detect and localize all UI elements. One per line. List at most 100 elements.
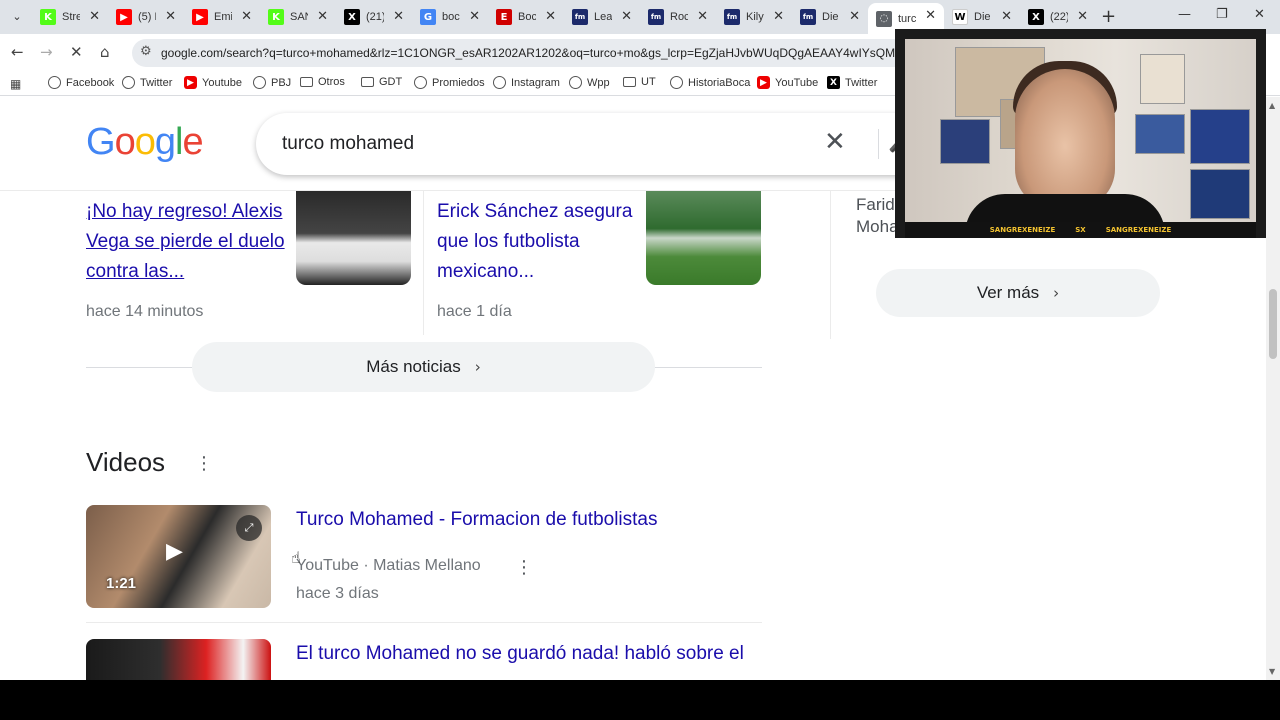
restore-icon[interactable]: ❐ — [1216, 7, 1228, 22]
tab[interactable]: fm Kily ✕ — [716, 4, 792, 30]
bookmark-item[interactable]: Promiedos — [414, 76, 485, 89]
tab[interactable]: K SAN ✕ — [260, 4, 336, 30]
more-options-icon[interactable]: ⋮ — [195, 455, 213, 473]
tab[interactable]: fm Lea ✕ — [564, 4, 640, 30]
side-panel-text: Moha — [856, 217, 899, 236]
close-tab-icon[interactable]: ✕ — [1077, 9, 1088, 24]
bookmark-item[interactable]: Twitter — [122, 76, 172, 89]
google-logo[interactable]: Google — [86, 121, 204, 164]
tab[interactable]: X (21) ✕ — [336, 4, 412, 30]
video-thumbnail[interactable] — [86, 639, 271, 680]
tab-title: Stre — [62, 11, 80, 23]
forward-icon[interactable]: → — [40, 43, 53, 61]
tab[interactable]: fm Die ✕ — [792, 4, 868, 30]
close-tab-icon[interactable]: ✕ — [773, 9, 784, 24]
close-tab-icon[interactable]: ✕ — [925, 8, 936, 23]
close-tab-icon[interactable]: ✕ — [317, 9, 328, 24]
tab[interactable]: Gboc ✕ — [412, 4, 488, 30]
news-divider — [423, 191, 424, 335]
url-text: google.com/search?q=turco+mohamed&rlz=1C… — [161, 46, 901, 60]
close-tab-icon[interactable]: ✕ — [697, 9, 708, 24]
tab[interactable]: ▶ (5) F ✕ — [108, 4, 184, 30]
bookmark-item[interactable]: Wpp — [569, 76, 610, 89]
close-tab-icon[interactable]: ✕ — [469, 9, 480, 24]
page-scrollbar[interactable]: ▲ ▼ — [1266, 97, 1280, 680]
search-query[interactable]: turco mohamed — [282, 133, 414, 155]
tab[interactable]: E Boc ✕ — [488, 4, 564, 30]
video-duration: 1:21 — [106, 575, 137, 592]
bookmark-item[interactable]: Facebook — [48, 76, 114, 89]
back-icon[interactable]: ← — [11, 43, 24, 61]
bookmark-item[interactable]: HistoriaBoca — [670, 76, 750, 89]
close-tab-icon[interactable]: ✕ — [849, 9, 860, 24]
tab[interactable]: X (22) ✕ — [1020, 4, 1096, 30]
bookmark-item[interactable]: GDT — [361, 76, 402, 88]
stop-loading-icon[interactable]: ✕ — [70, 43, 83, 61]
video-time: hace 3 días — [296, 585, 379, 602]
bookmark-label: YouTube — [775, 76, 819, 89]
wikipedia-icon: W — [952, 9, 968, 25]
more-news-button[interactable]: Más noticias › — [192, 342, 655, 392]
close-tab-icon[interactable]: ✕ — [545, 9, 556, 24]
bookmark-label: Otros — [318, 76, 345, 88]
see-more-button[interactable]: Ver más › — [876, 269, 1160, 317]
x-icon: X — [1028, 9, 1044, 25]
apps-grid-icon[interactable]: ▦ — [10, 77, 21, 91]
search-box[interactable]: turco mohamed ✕ 🎤 — [256, 113, 956, 175]
bookmark-label: UT — [641, 76, 656, 88]
webcam-frame — [905, 39, 1256, 234]
site-info-icon[interactable]: ⚙ — [140, 44, 152, 59]
scrollbar-thumb[interactable] — [1269, 289, 1277, 359]
new-tab-button[interactable]: + — [1101, 6, 1116, 27]
video-title[interactable]: Turco Mohamed - Formacion de futbolistas — [296, 509, 658, 531]
bookmark-item[interactable]: PBJ — [253, 76, 291, 89]
expand-icon[interactable]: ⤢ — [236, 515, 262, 541]
tab-title: Kily — [746, 11, 764, 23]
tab-title: Emi — [214, 11, 232, 23]
close-window-icon[interactable]: ✕ — [1254, 7, 1265, 22]
play-icon[interactable]: ▶ — [166, 539, 192, 569]
video-thumbnail[interactable]: ▶ 1:21 ⤢ — [86, 505, 271, 608]
close-tab-icon[interactable]: ✕ — [621, 9, 632, 24]
news-thumbnail[interactable] — [296, 191, 411, 285]
chevron-right-icon: › — [1053, 284, 1060, 302]
tab[interactable]: W Die ✕ — [944, 4, 1020, 30]
close-tab-icon[interactable]: ✕ — [165, 9, 176, 24]
clear-search-icon[interactable]: ✕ — [824, 127, 846, 157]
tab-title: (5) F — [138, 11, 156, 23]
tab[interactable]: ▶ Emi ✕ — [184, 4, 260, 30]
tab-title: turc — [898, 12, 916, 25]
bookmark-item[interactable]: ▶ Youtube — [184, 76, 242, 89]
globe-icon — [414, 76, 427, 89]
bookmark-item[interactable]: ▶ YouTube — [757, 76, 818, 89]
youtube-icon: ▶ — [192, 9, 208, 25]
bookmark-item[interactable]: X Twitter — [827, 76, 877, 89]
bookmark-item[interactable]: Otros — [300, 76, 345, 88]
close-tab-icon[interactable]: ✕ — [1001, 9, 1012, 24]
tab[interactable]: K Stre ✕ — [32, 4, 108, 30]
bookmark-item[interactable]: UT — [623, 76, 656, 88]
tab-search-icon[interactable]: ⌄ — [6, 7, 28, 27]
home-icon[interactable]: ⌂ — [100, 43, 110, 61]
close-tab-icon[interactable]: ✕ — [393, 9, 404, 24]
news-thumbnail[interactable] — [646, 191, 761, 285]
more-options-icon[interactable]: ⋮ — [515, 559, 533, 577]
tab-title: Boc — [518, 11, 536, 23]
bookmark-item[interactable]: Instagram — [493, 76, 560, 89]
news-title[interactable]: Erick Sánchez asegura que los futbolista… — [437, 197, 637, 287]
youtube-icon: ▶ — [757, 76, 770, 89]
scroll-down-icon[interactable]: ▼ — [1269, 667, 1275, 676]
scroll-up-icon[interactable]: ▲ — [1269, 101, 1275, 110]
tab[interactable]: fm Roc ✕ — [640, 4, 716, 30]
address-bar[interactable]: ⚙ google.com/search?q=turco+mohamed&rlz=… — [132, 39, 912, 67]
close-tab-icon[interactable]: ✕ — [241, 9, 252, 24]
globe-icon — [253, 76, 266, 89]
globe-icon — [48, 76, 61, 89]
video-title[interactable]: El turco Mohamed no se guardó nada! habl… — [296, 643, 744, 665]
hand-cursor-icon: ☝ — [291, 548, 301, 567]
news-title[interactable]: ¡No hay regreso! Alexis Vega se pierde e… — [86, 197, 286, 287]
minimize-icon[interactable]: — — [1178, 7, 1191, 22]
wall-poster — [1190, 109, 1250, 164]
close-tab-icon[interactable]: ✕ — [89, 9, 100, 24]
bookmark-label: Facebook — [66, 76, 115, 89]
